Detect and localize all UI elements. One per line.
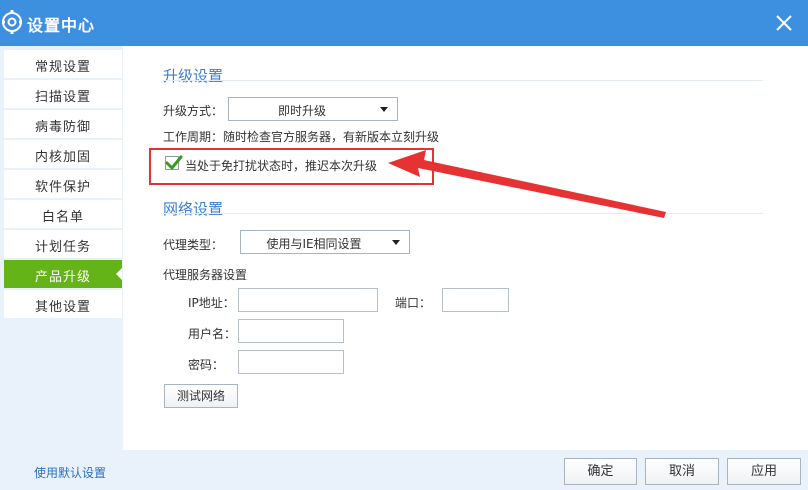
ip-address-input[interactable] <box>238 288 378 312</box>
password-input[interactable] <box>238 350 344 374</box>
sidebar-item-label: 软件保护 <box>34 180 91 195</box>
sidebar-item-label: 内核加固 <box>34 150 91 165</box>
network-section-title: 网络设置 <box>163 200 224 218</box>
sidebar-item-label: 常规设置 <box>34 60 91 75</box>
sidebar-item-virus-defense[interactable]: 病毒防御 <box>4 110 122 139</box>
apply-button-label: 应用 <box>750 464 777 479</box>
sidebar-item-kernel-hardening[interactable]: 内核加固 <box>4 140 122 169</box>
username-label: 用户名： <box>188 327 237 341</box>
section-divider <box>163 213 763 214</box>
password-label: 密码： <box>188 358 225 372</box>
sidebar-item-label: 扫描设置 <box>34 90 91 105</box>
proxy-type-label: 代理类型： <box>163 238 224 252</box>
cancel-button-label: 取消 <box>668 464 695 479</box>
window-title: 设置中心 <box>27 16 96 35</box>
proxy-type-value: 使用与IE相同设置 <box>266 237 362 251</box>
sidebar-item-label: 计划任务 <box>34 240 91 255</box>
sidebar-item-label: 白名单 <box>41 210 84 225</box>
proxy-server-label: 代理服务器设置 <box>163 268 248 282</box>
footer-bar: 使用默认设置 确定 取消 应用 <box>0 450 808 490</box>
sidebar-item-scheduled-tasks[interactable]: 计划任务 <box>4 230 122 259</box>
defer-upgrade-checkbox[interactable] <box>165 155 183 170</box>
apply-button[interactable]: 应用 <box>727 458 801 485</box>
upgrade-section-title: 升级设置 <box>163 67 224 85</box>
section-divider <box>163 80 763 81</box>
port-label: 端口： <box>395 296 432 310</box>
sidebar-item-general[interactable]: 常规设置 <box>4 50 122 79</box>
chevron-down-icon <box>380 107 388 112</box>
proxy-type-select[interactable]: 使用与IE相同设置 <box>240 230 410 254</box>
ok-button[interactable]: 确定 <box>564 458 637 485</box>
title-bar: 设置中心 <box>0 0 808 46</box>
defer-upgrade-label: 当处于免打扰状态时，推迟本次升级 <box>185 159 378 173</box>
ok-button-label: 确定 <box>587 464 614 479</box>
close-icon[interactable] <box>774 13 794 33</box>
sidebar-item-label: 病毒防御 <box>34 120 91 135</box>
ip-address-label: IP地址： <box>188 296 235 310</box>
checkmark-icon <box>165 155 183 170</box>
chevron-down-icon <box>392 240 400 245</box>
port-input[interactable] <box>442 288 509 312</box>
sidebar-item-scan[interactable]: 扫描设置 <box>4 80 122 109</box>
sidebar-item-product-upgrade[interactable]: 产品升级 <box>4 260 122 289</box>
upgrade-mode-select[interactable]: 即时升级 <box>228 97 398 121</box>
sidebar-item-software-protection[interactable]: 软件保护 <box>4 170 122 199</box>
test-network-label: 测试网络 <box>176 389 225 403</box>
restore-defaults-link[interactable]: 使用默认设置 <box>34 464 106 481</box>
test-network-button[interactable]: 测试网络 <box>164 384 238 408</box>
sidebar-item-whitelist[interactable]: 白名单 <box>4 200 122 229</box>
upgrade-mode-label: 升级方式： <box>163 104 224 118</box>
upgrade-schedule-text: 工作周期：随时检查官方服务器，有新版本立刻升级 <box>163 130 440 144</box>
upgrade-mode-value: 即时升级 <box>277 104 326 118</box>
cancel-button[interactable]: 取消 <box>645 458 719 485</box>
sidebar-item-other[interactable]: 其他设置 <box>4 290 122 319</box>
username-input[interactable] <box>238 319 344 343</box>
sidebar-item-label: 其他设置 <box>34 300 91 315</box>
sidebar-item-label: 产品升级 <box>34 270 91 285</box>
settings-sidebar: 常规设置 扫描设置 病毒防御 内核加固 软件保护 白名单 计划任务 产品升级 其… <box>0 46 123 450</box>
gear-logo-icon <box>2 10 22 34</box>
active-indicator-arrow <box>116 268 122 280</box>
